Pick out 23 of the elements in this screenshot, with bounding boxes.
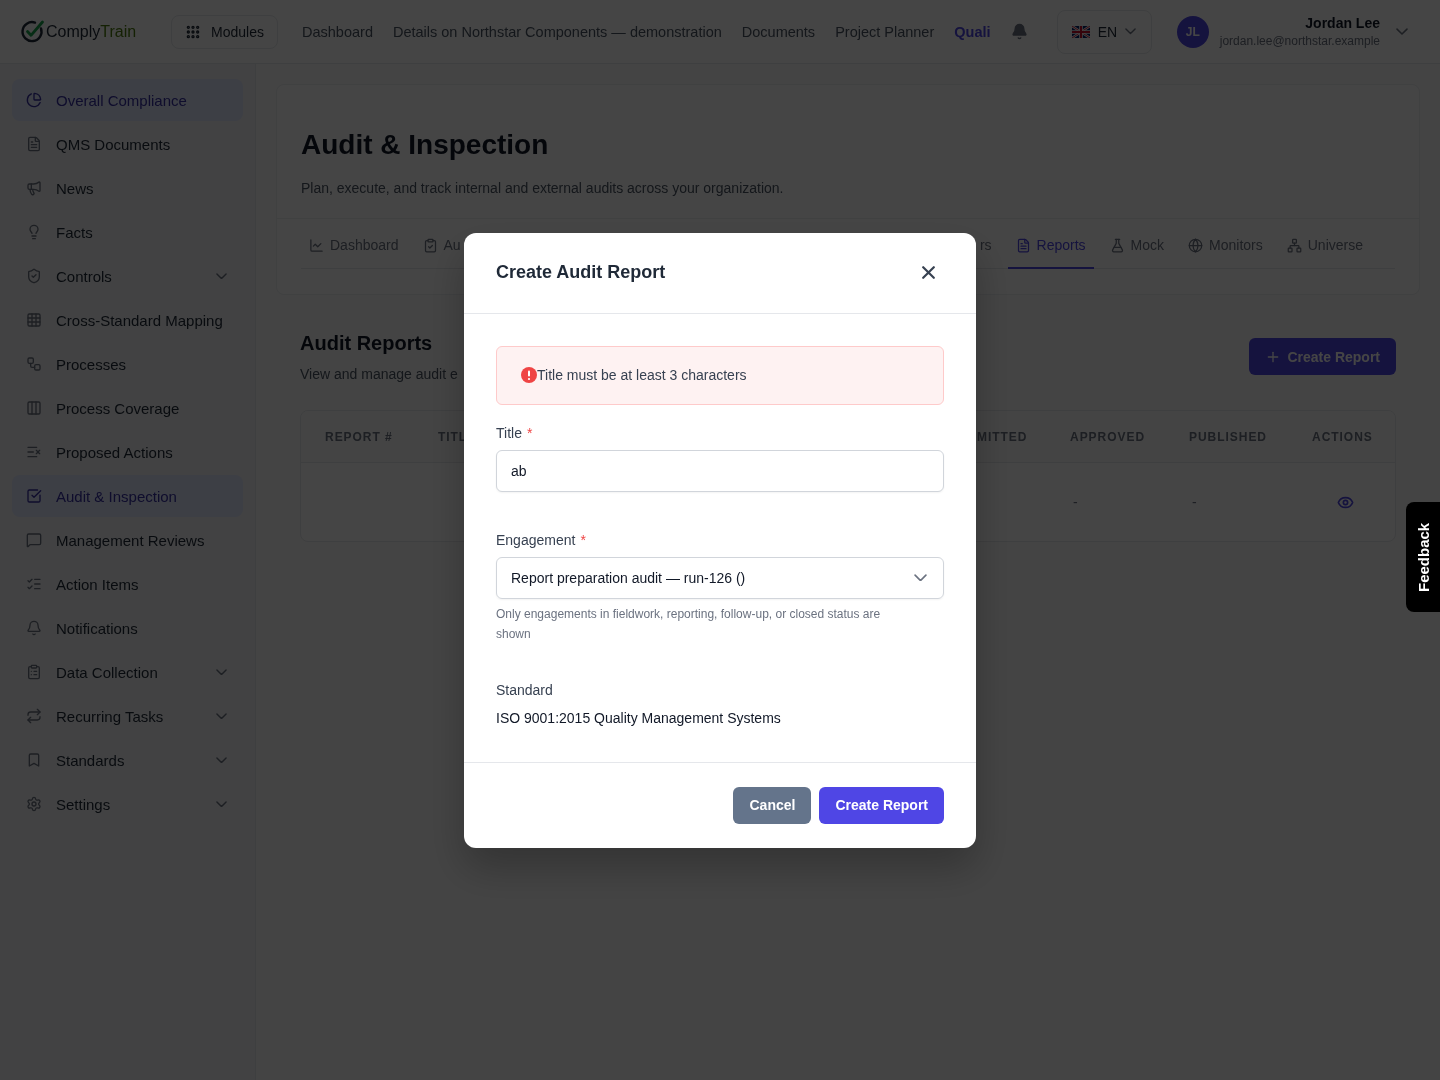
page-title: Audit & Inspection: [301, 128, 550, 162]
required-mark: *: [580, 530, 586, 550]
section-title: Audit Reports: [300, 331, 434, 356]
close-icon: [921, 266, 935, 279]
field-label: Title: [496, 423, 522, 443]
brand-name: ComplyTrain: [46, 22, 137, 41]
engagement-select[interactable]: Report preparation audit — run-126 (): [496, 556, 944, 599]
alert-icon: [521, 367, 537, 383]
error-message: Title must be at least 3 characters: [537, 367, 747, 383]
field-value: ISO 9001:2015 Quality Management Systems: [496, 708, 782, 728]
field-label: Engagement: [496, 530, 576, 550]
user-name: Jordan Lee: [1305, 15, 1380, 31]
title-input[interactable]: ab: [496, 449, 944, 492]
create-report-button[interactable]: Create Report: [819, 786, 944, 824]
table-cell: -: [1192, 494, 1197, 510]
required-mark: *: [526, 423, 533, 443]
chevron-down-icon: [914, 573, 927, 582]
table-cell: -: [1073, 494, 1078, 510]
feedback-tab[interactable]: Feedback: [1406, 502, 1440, 612]
help-text: Only engagements in fieldwork, reporting, follow-up, or closed status are shown: [496, 605, 882, 643]
field-label: Standard: [496, 680, 553, 700]
cancel-button[interactable]: Cancel: [733, 786, 812, 824]
modal-title: Create Audit Report: [496, 262, 666, 283]
